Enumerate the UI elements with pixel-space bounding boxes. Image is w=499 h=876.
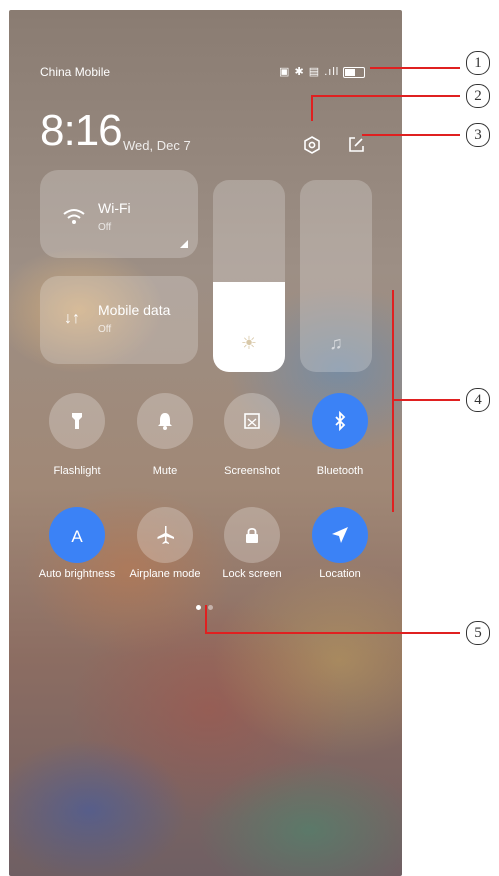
toggle-label: Auto brightness — [38, 568, 116, 580]
mobile-data-status: Off — [98, 324, 112, 335]
screenshot-icon — [244, 413, 260, 429]
toggle-label: Location — [319, 568, 361, 580]
airplane-toggle[interactable] — [137, 507, 193, 563]
location-icon — [332, 527, 348, 543]
callout-2: 2 — [466, 84, 490, 108]
callout-3: 3 — [466, 123, 490, 147]
expand-corner-icon[interactable] — [180, 240, 188, 248]
clock-date: Wed, Dec 7 — [123, 138, 191, 153]
status-icons: ▣ ✱ ▤ .ıll — [279, 65, 366, 78]
control-center-screen: China Mobile ▣ ✱ ▤ .ıll 8:16 Wed, Dec 7 … — [9, 10, 402, 876]
callout-line-5a — [205, 605, 207, 633]
edit-icon[interactable] — [346, 135, 366, 155]
callout-1: 1 — [466, 51, 490, 75]
music-mute-icon: ♫ — [329, 333, 343, 353]
wifi-label: Wi-Fi — [98, 200, 131, 216]
wifi-tile[interactable]: Wi-Fi Off — [40, 170, 198, 258]
lock-toggle[interactable] — [224, 507, 280, 563]
carrier-label: China Mobile — [40, 65, 111, 79]
callout-4: 4 — [466, 388, 490, 412]
mobile-data-label: Mobile data — [98, 302, 171, 318]
screenshot-toggle[interactable] — [224, 393, 280, 449]
callout-line-1 — [370, 67, 460, 69]
toggle-label: Lock screen — [222, 568, 282, 580]
callout-line-4b — [392, 399, 460, 401]
flashlight-icon — [72, 413, 82, 429]
location-toggle[interactable] — [312, 507, 368, 563]
settings-icon[interactable] — [302, 135, 322, 155]
bluetooth-icon — [335, 410, 346, 432]
toggle-label: Mute — [152, 465, 178, 477]
page-dot-inactive[interactable] — [208, 605, 213, 610]
clock-time: 8:16 — [40, 106, 123, 155]
callout-line-4a — [392, 290, 394, 512]
bluetooth-toggle[interactable] — [312, 393, 368, 449]
callout-5: 5 — [466, 621, 490, 645]
wifi-icon — [63, 209, 85, 224]
flashlight-toggle[interactable] — [49, 393, 105, 449]
airplane-icon — [157, 526, 174, 544]
lock-icon — [246, 527, 258, 543]
sun-icon: ☀ — [240, 333, 258, 353]
signal-icon: .ıll — [324, 66, 340, 78]
bell-toggle[interactable] — [137, 393, 193, 449]
wifi-status: Off — [98, 222, 112, 233]
sim-icon: ▤ — [308, 66, 321, 78]
data-transfer-icon: ↓↑ — [64, 310, 80, 327]
auto-brightness-icon: A — [71, 527, 83, 546]
toggle-label: Screenshot — [224, 465, 280, 477]
brightness-slider[interactable]: ☀ — [213, 180, 285, 372]
svg-text:A: A — [71, 527, 83, 546]
volume-slider[interactable]: ♫ — [300, 180, 372, 372]
callout-line-2b — [311, 95, 460, 97]
brightness-fill — [213, 281, 285, 372]
callout-line-5b — [205, 632, 460, 634]
battery-icon — [343, 66, 366, 78]
callout-line-3 — [362, 134, 460, 136]
bluetooth-icon: ✱ — [294, 66, 305, 78]
callout-line-2a — [311, 95, 313, 121]
bell-icon — [158, 413, 172, 430]
toggle-label: Bluetooth — [316, 465, 364, 477]
toggle-label: Airplane mode — [129, 568, 201, 580]
nfc-icon: ▣ — [279, 66, 291, 78]
auto-brightness-toggle[interactable]: A — [49, 507, 105, 563]
mobile-data-tile[interactable]: ↓↑ Mobile data Off — [40, 276, 198, 364]
toggle-label: Flashlight — [53, 465, 101, 477]
page-dot-active[interactable] — [196, 605, 201, 610]
